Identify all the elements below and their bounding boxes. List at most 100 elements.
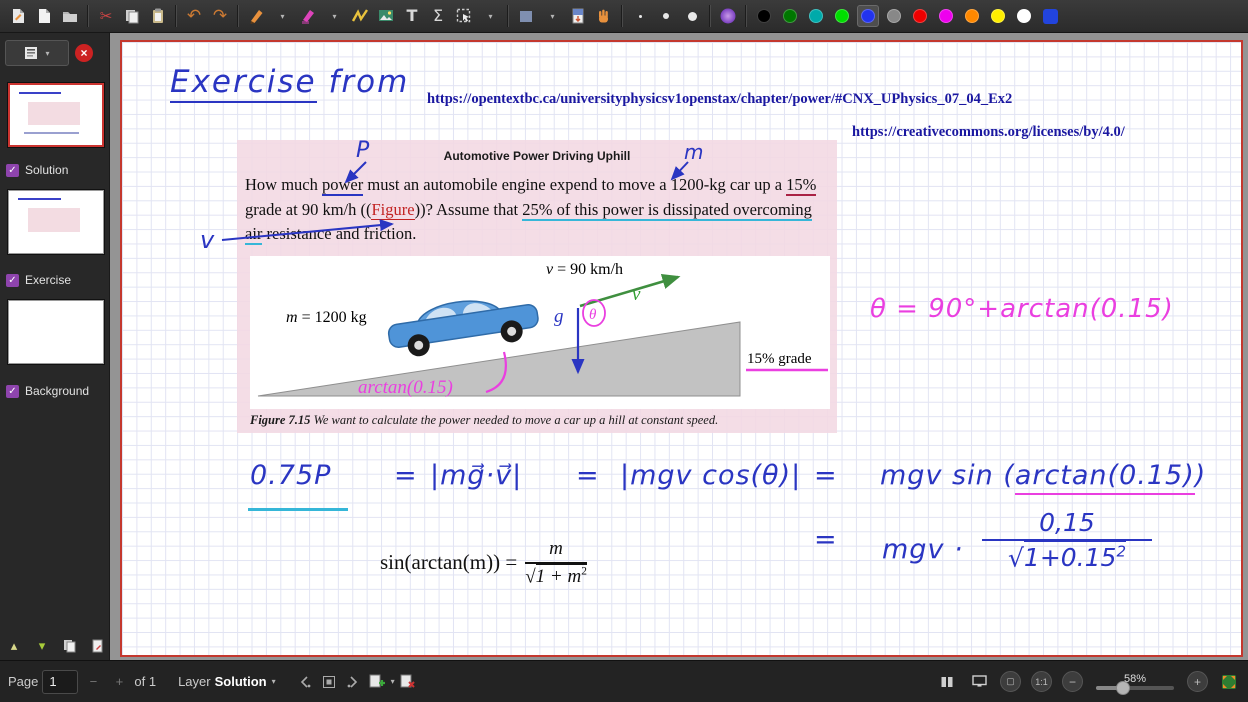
- zoom-slider-knob[interactable]: [1116, 681, 1130, 695]
- eq1-equals-1: =: [394, 460, 418, 491]
- shape-tool-icon[interactable]: [514, 3, 538, 29]
- add-layer-chevron-icon[interactable]: ▾: [391, 677, 395, 686]
- layer-preview-sidebar: ▾ × ✓ Solution ✓ Exercise ✓ Background ▴: [0, 33, 110, 660]
- chevron-down-icon: ▾: [45, 49, 49, 58]
- page-label: Page: [8, 674, 38, 689]
- swatch-white[interactable]: [1012, 3, 1036, 29]
- vertical-space-tool-icon[interactable]: [566, 3, 590, 29]
- license-url-link[interactable]: https://creativecommons.org/licenses/by/…: [852, 124, 1125, 141]
- toolbar-separator: [507, 5, 509, 27]
- swatch-black[interactable]: [752, 3, 776, 29]
- prev-annotation-icon[interactable]: [294, 670, 316, 694]
- layer-checkbox[interactable]: ✓: [6, 385, 19, 398]
- toolbar-separator: [621, 5, 623, 27]
- redo-icon[interactable]: ↷: [208, 3, 232, 29]
- thumb-decoration: [24, 132, 79, 134]
- stroke-thick-button[interactable]: [680, 3, 704, 29]
- eq1-equals-3: =: [814, 460, 838, 491]
- grade-label: 15% grade: [747, 351, 812, 367]
- math-tex-tool-icon[interactable]: Σ: [426, 3, 450, 29]
- highlighter-tool-icon[interactable]: [296, 3, 320, 29]
- g-vector-note: g⃗: [554, 306, 578, 327]
- pen-options-chevron-icon[interactable]: ▾: [270, 3, 294, 29]
- layer-row-background[interactable]: ✓ Background: [6, 384, 89, 398]
- stroke-fine-button[interactable]: [628, 3, 652, 29]
- layer-label: Layer: [178, 674, 211, 689]
- swatch-blue-selected[interactable]: [856, 3, 880, 29]
- shape-recognizer-icon[interactable]: [348, 3, 372, 29]
- swatch-orange[interactable]: [960, 3, 984, 29]
- swatch-gray[interactable]: [882, 3, 906, 29]
- swatch-yellow[interactable]: [986, 3, 1010, 29]
- scroll-down-icon[interactable]: ▾: [32, 636, 52, 656]
- main-toolbar: ✂ ↶ ↷ ▾ ▾ T Σ ▾ ▾: [0, 0, 1248, 33]
- layer-select-chevron-icon[interactable]: ▾: [272, 677, 276, 686]
- swatch-red[interactable]: [908, 3, 932, 29]
- zoom-fit-button[interactable]: ▢: [1000, 671, 1021, 692]
- fullscreen-icon[interactable]: [1218, 670, 1240, 694]
- scroll-up-icon[interactable]: ▴: [4, 636, 24, 656]
- open-folder-icon[interactable]: [58, 3, 82, 29]
- document-page[interactable]: Exercise from https://opentextbc.ca/univ…: [120, 40, 1243, 657]
- document-icon[interactable]: [6, 3, 30, 29]
- pen-tool-icon[interactable]: [244, 3, 268, 29]
- page-decrement-button[interactable]: −: [82, 670, 104, 694]
- zoom-in-button[interactable]: +: [1187, 671, 1208, 692]
- layer-checkbox[interactable]: ✓: [6, 274, 19, 287]
- select-tool-icon[interactable]: [452, 3, 476, 29]
- presentation-mode-icon[interactable]: [968, 670, 990, 694]
- velocity-arrow: [580, 277, 678, 306]
- exercise-container: Automotive Power Driving Uphill How much…: [237, 140, 837, 433]
- eq2-equals: =: [814, 524, 838, 555]
- hand-tool-icon[interactable]: [592, 3, 616, 29]
- sidebar-mode-dropdown[interactable]: ▾: [5, 40, 69, 66]
- page-increment-button[interactable]: +: [108, 670, 130, 694]
- swatch-magenta[interactable]: [934, 3, 958, 29]
- swatch-green[interactable]: [778, 3, 802, 29]
- text-tool-icon[interactable]: T: [400, 3, 424, 29]
- swatch-lime[interactable]: [830, 3, 854, 29]
- undo-icon[interactable]: ↶: [182, 3, 206, 29]
- zoom-out-button[interactable]: −: [1062, 671, 1083, 692]
- new-page-icon[interactable]: [32, 3, 56, 29]
- layer-select-value[interactable]: Solution: [215, 674, 267, 689]
- paste-icon[interactable]: [146, 3, 170, 29]
- thumb-decoration: [18, 198, 60, 200]
- stroke-medium-button[interactable]: [654, 3, 678, 29]
- copy-icon[interactable]: [120, 3, 144, 29]
- highlighter-options-chevron-icon[interactable]: ▾: [322, 3, 346, 29]
- layer-thumbnail-exercise[interactable]: [8, 190, 104, 254]
- status-bar: Page − + of 1 Layer Solution ▾ ▾ ▢ 1:1: [0, 660, 1248, 702]
- next-annotation-icon[interactable]: [342, 670, 364, 694]
- eq1-lhs: 0.75P: [250, 460, 331, 491]
- add-layer-icon[interactable]: [366, 670, 388, 694]
- color-spiral-icon[interactable]: [716, 3, 740, 29]
- paired-pages-icon[interactable]: [936, 670, 958, 694]
- duplicate-page-icon[interactable]: [60, 636, 80, 656]
- page-number-input[interactable]: [42, 670, 78, 694]
- source-url-link[interactable]: https://opentextbc.ca/universityphysicsv…: [427, 91, 1012, 108]
- snap-grid-icon[interactable]: [318, 670, 340, 694]
- select-options-chevron-icon[interactable]: ▾: [478, 3, 502, 29]
- layer-thumbnail-background[interactable]: [8, 300, 104, 364]
- shape-options-chevron-icon[interactable]: ▾: [540, 3, 564, 29]
- figure-link[interactable]: Figure: [371, 200, 414, 220]
- swatch-cyan[interactable]: [804, 3, 828, 29]
- exercise-figure: v = 90 km/h g⃗ θ v⃗ m = 1200 kg 15% grad…: [250, 256, 830, 409]
- cut-icon[interactable]: ✂: [94, 3, 118, 29]
- color-picker-button[interactable]: [1038, 3, 1062, 29]
- page-count-label: of 1: [134, 674, 156, 689]
- layer-thumbnail-solution[interactable]: [8, 83, 104, 147]
- delete-layer-icon[interactable]: [397, 670, 419, 694]
- move-page-icon[interactable]: [88, 636, 108, 656]
- figure-caption: Figure 7.15 We want to calculate the pow…: [250, 413, 830, 428]
- layer-label: Exercise: [25, 273, 71, 287]
- layer-row-solution[interactable]: ✓ Solution: [6, 163, 68, 177]
- zoom-slider[interactable]: [1096, 686, 1174, 690]
- eq2-fraction: 0,15 √1+0.152: [982, 508, 1152, 572]
- zoom-original-button[interactable]: 1:1: [1031, 671, 1052, 692]
- image-tool-icon[interactable]: [374, 3, 398, 29]
- sidebar-close-button[interactable]: ×: [75, 44, 93, 62]
- layer-row-exercise[interactable]: ✓ Exercise: [6, 273, 71, 287]
- layer-checkbox[interactable]: ✓: [6, 164, 19, 177]
